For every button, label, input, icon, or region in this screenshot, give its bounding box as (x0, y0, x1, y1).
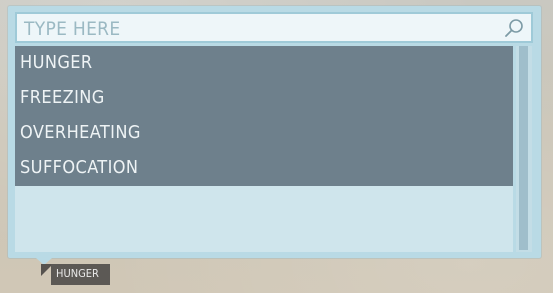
list-item-label: SUFFOCATION (20, 157, 139, 178)
list-item-label: FREEZING (20, 87, 105, 108)
filter-dropdown-panel: TYPE HERE HUNGER FREEZING OVERHEATING SU… (8, 6, 541, 258)
tooltip: HUNGER (51, 264, 110, 285)
scrollbar-thumb[interactable] (519, 46, 528, 250)
list-item-suffocation[interactable]: SUFFOCATION (15, 151, 513, 186)
list-item-label: OVERHEATING (20, 122, 141, 143)
options-list: HUNGER FREEZING OVERHEATING SUFFOCATION (15, 46, 513, 252)
search-placeholder: TYPE HERE (24, 18, 121, 40)
search-input[interactable]: TYPE HERE (15, 12, 533, 43)
scrollbar[interactable] (516, 46, 532, 252)
list-item-hunger[interactable]: HUNGER (15, 46, 513, 81)
list-item-label: HUNGER (20, 52, 93, 73)
list-item-overheating[interactable]: OVERHEATING (15, 116, 513, 151)
tooltip-label: HUNGER (56, 267, 99, 280)
list-item-freezing[interactable]: FREEZING (15, 81, 513, 116)
search-icon[interactable] (503, 17, 525, 39)
